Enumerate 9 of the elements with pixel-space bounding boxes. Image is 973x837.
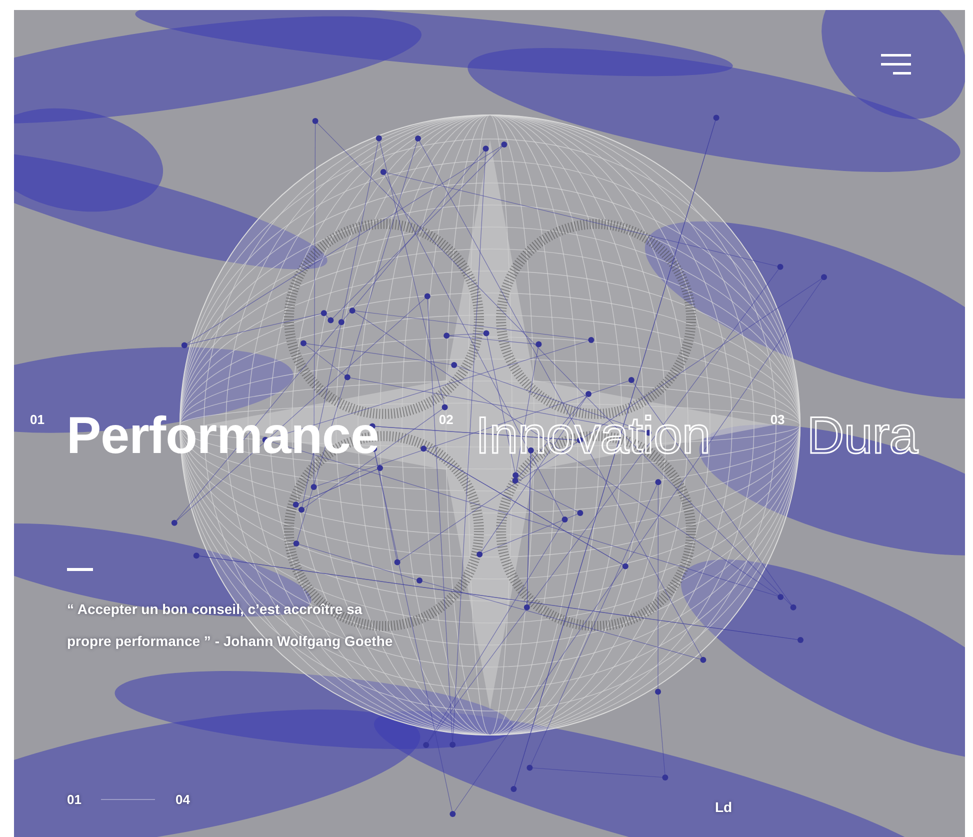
footer-label: Ld [714, 799, 732, 815]
current-slide-number: 01 [67, 792, 82, 807]
slide-number: 03 [770, 412, 785, 427]
slide-number: 02 [438, 412, 454, 427]
slide-tab[interactable]: 03 Dura [770, 406, 918, 466]
menu-icon[interactable] [881, 52, 913, 76]
slide-tab[interactable]: 01 Performance [30, 406, 379, 466]
slide-number: 01 [30, 412, 44, 427]
total-slide-count: 04 [175, 792, 190, 807]
